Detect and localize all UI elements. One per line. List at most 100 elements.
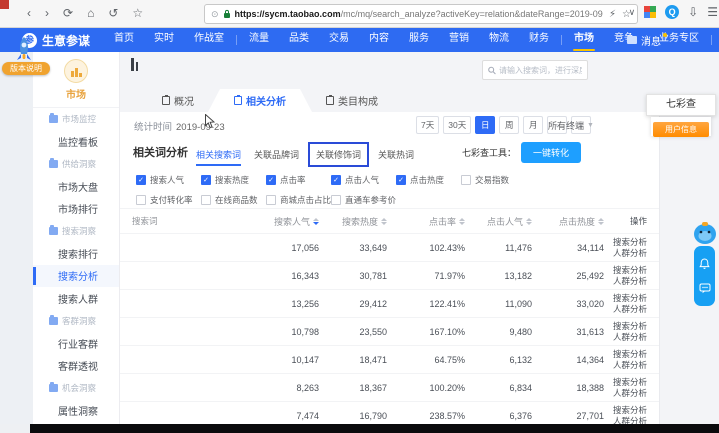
mascot-icon[interactable] (692, 221, 718, 245)
version-notes-badge[interactable]: 版本说明 (2, 62, 50, 75)
crowd-analysis-link[interactable]: 人群分析 (604, 416, 647, 425)
bell-icon[interactable] (699, 258, 710, 270)
range-30d-button[interactable]: 30天 (443, 116, 471, 134)
notification-dot (663, 33, 667, 37)
nav-item-traffic[interactable]: 流量 (239, 28, 279, 52)
bookmark-icon[interactable]: ☆ (132, 5, 143, 22)
sidebar-item-industry-crowd[interactable]: 行业客群 (33, 332, 119, 354)
one-click-convert-button[interactable]: 一键转化 (521, 142, 581, 163)
subtab-related-hot-words[interactable]: 关联热词 (378, 148, 414, 161)
nav-item-home[interactable]: 首页 (104, 28, 144, 52)
nav-item-trade[interactable]: 交易 (319, 28, 359, 52)
browser-menu-icon[interactable]: ☰ (707, 5, 718, 19)
search-analysis-link[interactable]: 搜索分析 (604, 349, 647, 360)
keyword-search-box[interactable] (482, 60, 588, 80)
metric-search-heat[interactable]: ✓搜索热度 (201, 174, 266, 186)
tab-overview[interactable]: 概况 (148, 89, 208, 112)
nav-item-service[interactable]: 服务 (399, 28, 439, 52)
history-icon[interactable]: ↺ (108, 5, 118, 22)
sidebar-item-monitor-board[interactable]: 监控看板 (33, 130, 119, 152)
nav-item-logistics[interactable]: 物流 (479, 28, 519, 52)
terminal-filter-dropdown[interactable]: 所有终端▼ (548, 119, 594, 132)
search-analysis-link[interactable]: 搜索分析 (604, 405, 647, 416)
send-flag-icon[interactable]: ⚡ (609, 9, 616, 20)
crowd-analysis-link[interactable]: 人群分析 (604, 360, 647, 371)
metric-ztc-reference-price[interactable]: 直通车参考价 (331, 194, 396, 206)
checkbox-checked-icon[interactable]: ✓ (201, 175, 211, 185)
range-7d-button[interactable]: 7天 (416, 116, 439, 134)
page-info-icon[interactable]: ⊙ (211, 9, 219, 20)
checkbox-checked-icon[interactable]: ✓ (331, 175, 341, 185)
checkbox-unchecked-icon[interactable] (136, 195, 146, 205)
crowd-analysis-link[interactable]: 人群分析 (604, 276, 647, 287)
forward-icon[interactable]: › (45, 5, 49, 22)
tab-related-analysis[interactable]: 相关分析 (208, 89, 312, 112)
subtab-related-search-words[interactable]: 相关搜索词 (196, 148, 241, 161)
download-icon[interactable]: ⇩ (688, 5, 698, 19)
search-analysis-link[interactable]: 搜索分析 (604, 377, 647, 388)
nav-item-marketing[interactable]: 营销 (439, 28, 479, 52)
search-analysis-link[interactable]: 搜索分析 (604, 321, 647, 332)
range-month-button[interactable]: 月 (523, 116, 543, 134)
sidebar-item-market-overview[interactable]: 市场大盘 (33, 175, 119, 197)
checkbox-checked-icon[interactable]: ✓ (136, 175, 146, 185)
metric-search-popularity[interactable]: ✓搜索人气 (136, 174, 201, 186)
range-week-button[interactable]: 周 (499, 116, 519, 134)
sidebar-item-search-analysis[interactable]: 搜索分析 (33, 265, 119, 287)
nav-item-finance[interactable]: 财务 (519, 28, 559, 52)
sidebar-item-search-ranking[interactable]: 搜索排行 (33, 242, 119, 264)
checkbox-unchecked-icon[interactable] (331, 195, 341, 205)
back-icon[interactable]: ‹ (27, 5, 31, 22)
crowd-analysis-link[interactable]: 人群分析 (604, 248, 647, 259)
metric-trade-index[interactable]: 交易指数 (461, 174, 526, 186)
sidebar-group-market-monitor: 市场监控 (33, 108, 119, 130)
home-icon[interactable]: ⌂ (87, 5, 94, 22)
checkbox-checked-icon[interactable]: ✓ (396, 175, 406, 185)
sidebar: 市场 市场监控 监控看板 供给洞察 市场大盘 市场排行 搜索洞察 搜索排行 搜索… (33, 52, 120, 424)
metric-pay-conversion[interactable]: 支付转化率 (136, 194, 201, 206)
messages-button[interactable]: 消息 (627, 28, 669, 52)
sidebar-item-crowd-perspective[interactable]: 客群透视 (33, 354, 119, 376)
user-info-button[interactable]: 用户信息 (653, 122, 709, 137)
metric-online-products[interactable]: 在线商品数 (201, 194, 266, 206)
qicaicha-overlay[interactable]: 七彩查 (646, 94, 716, 116)
crowd-analysis-link[interactable]: 人群分析 (604, 388, 647, 399)
search-input[interactable] (499, 66, 582, 75)
nav-item-market[interactable]: 市场 (564, 28, 604, 52)
metric-mall-click-share[interactable]: 商城点击占比 (266, 194, 331, 206)
doc-icon (326, 96, 334, 105)
nav-item-content[interactable]: 内容 (359, 28, 399, 52)
sidebar-group-opportunity-insight: 机会洞察 (33, 377, 119, 399)
crowd-analysis-link[interactable]: 人群分析 (604, 332, 647, 343)
subtab-related-brand-words[interactable]: 关联品牌词 (254, 148, 299, 161)
crowd-analysis-link[interactable]: 人群分析 (604, 304, 647, 315)
messenger-icon[interactable]: Q (665, 5, 679, 19)
search-analysis-link[interactable]: 搜索分析 (604, 293, 647, 304)
url-bar[interactable]: ⊙ https://sycm.taobao.com/mc/mq/search_a… (204, 4, 638, 24)
metric-click-popularity[interactable]: ✓点击人气 (331, 174, 396, 186)
nav-divider (236, 35, 237, 45)
tab-category-composition[interactable]: 类目构成 (312, 89, 392, 112)
page-tabs: 概况 相关分析 类目构成 (148, 89, 392, 112)
date-toolbar: 统计时间2019-09-23 7天 30天 日 周 月 ‹ › 所有终端▼ (120, 112, 659, 138)
checkbox-unchecked-icon[interactable] (266, 195, 276, 205)
nav-item-warroom[interactable]: 作战室 (184, 28, 234, 52)
nav-item-category[interactable]: 品类 (279, 28, 319, 52)
sidebar-item-attribute-insight[interactable]: 属性洞察 (33, 399, 119, 421)
refresh-icon[interactable]: ⟳ (63, 5, 73, 22)
metric-ctr[interactable]: ✓点击率 (266, 174, 331, 186)
checkbox-unchecked-icon[interactable] (201, 195, 211, 205)
sidebar-item-market-ranking[interactable]: 市场排行 (33, 198, 119, 220)
nav-item-data-fetch[interactable]: 取数 (714, 28, 719, 52)
extensions-grid-icon[interactable] (644, 6, 656, 18)
search-analysis-link[interactable]: 搜索分析 (604, 265, 647, 276)
urlbar-chevron-icon[interactable]: ∨ (629, 7, 636, 18)
nav-item-realtime[interactable]: 实时 (144, 28, 184, 52)
checkbox-checked-icon[interactable]: ✓ (266, 175, 276, 185)
search-analysis-link[interactable]: 搜索分析 (604, 237, 647, 248)
sidebar-item-search-crowd[interactable]: 搜索人群 (33, 287, 119, 309)
checkbox-unchecked-icon[interactable] (461, 175, 471, 185)
range-day-button[interactable]: 日 (475, 116, 495, 134)
metric-click-heat[interactable]: ✓点击热度 (396, 174, 461, 186)
chat-icon[interactable] (699, 283, 711, 294)
